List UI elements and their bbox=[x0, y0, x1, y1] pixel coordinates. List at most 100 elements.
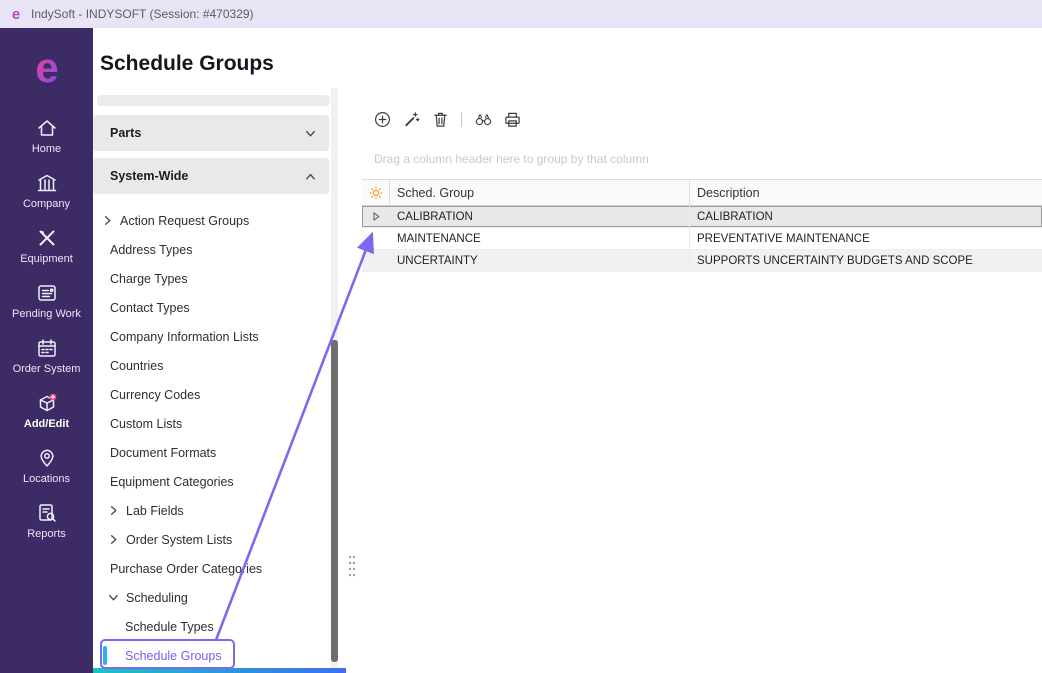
chevron-right-icon bbox=[107, 533, 120, 546]
order-system-icon bbox=[36, 337, 58, 359]
nav-item-schedule-types[interactable]: Schedule Types bbox=[93, 612, 329, 641]
add-record-icon[interactable] bbox=[372, 109, 392, 129]
nav-item-label: Lab Fields bbox=[126, 504, 184, 518]
grid-toolbar bbox=[372, 109, 522, 129]
nav-item-equipment-categories[interactable]: Equipment Categories bbox=[93, 467, 329, 496]
window-titlebar: e IndySoft - INDYSOFT (Session: #470329) bbox=[0, 0, 1042, 28]
nav-item-company-information-lists[interactable]: Company Information Lists bbox=[93, 322, 329, 351]
column-header-sched-group[interactable]: Sched. Group bbox=[390, 180, 690, 205]
nav-item-document-formats[interactable]: Document Formats bbox=[93, 438, 329, 467]
nav-item-label: Schedule Types bbox=[125, 620, 214, 634]
home-icon bbox=[36, 117, 58, 139]
sidebar-item-label: Home bbox=[32, 144, 61, 155]
svg-text:e: e bbox=[35, 45, 58, 91]
table-row[interactable]: CALIBRATION CALIBRATION bbox=[362, 206, 1042, 228]
chevron-down-icon bbox=[107, 591, 120, 604]
delete-record-icon[interactable] bbox=[430, 109, 450, 129]
nav-item-label: Company Information Lists bbox=[110, 330, 259, 344]
cell-sched-group: MAINTENANCE bbox=[390, 228, 690, 249]
sidebar-item-label: Reports bbox=[27, 529, 66, 540]
nav-item-label: Countries bbox=[110, 359, 164, 373]
chevron-right-icon bbox=[101, 214, 114, 227]
page-title: Schedule Groups bbox=[100, 52, 274, 76]
chevron-down-icon bbox=[304, 127, 317, 140]
sidebar-item-label: Equipment bbox=[20, 254, 73, 265]
cell-description: CALIBRATION bbox=[690, 206, 1042, 227]
nav-item-schedule-groups[interactable]: Schedule Groups bbox=[93, 641, 329, 670]
svg-text:e: e bbox=[12, 6, 20, 22]
panel-top-partial-item bbox=[97, 95, 330, 106]
find-icon[interactable] bbox=[473, 109, 493, 129]
cell-description: PREVENTATIVE MAINTENANCE bbox=[690, 228, 1042, 249]
sidebar: e Home Company Equipment Pending Work Or… bbox=[0, 28, 93, 673]
nav-item-contact-types[interactable]: Contact Types bbox=[93, 293, 329, 322]
reports-icon bbox=[36, 502, 58, 524]
nav-item-label: Charge Types bbox=[110, 272, 188, 286]
group-by-hint: Drag a column header here to group by th… bbox=[374, 152, 649, 166]
nav-item-label: Currency Codes bbox=[110, 388, 200, 402]
nav-item-currency-codes[interactable]: Currency Codes bbox=[93, 380, 329, 409]
column-chooser-sun-icon bbox=[369, 186, 383, 200]
sidebar-item-add-edit[interactable]: Add/Edit bbox=[0, 383, 93, 438]
sidebar-item-pending-work[interactable]: Pending Work bbox=[0, 273, 93, 328]
nav-item-action-request-groups[interactable]: Action Request Groups bbox=[93, 206, 329, 235]
sidebar-item-label: Add/Edit bbox=[24, 419, 69, 430]
nav-item-label: Document Formats bbox=[110, 446, 216, 460]
panel-splitter-handle[interactable] bbox=[345, 552, 358, 578]
sidebar-item-label: Locations bbox=[23, 474, 70, 485]
print-icon[interactable] bbox=[502, 109, 522, 129]
nav-section-system-wide[interactable]: System-Wide bbox=[93, 158, 329, 194]
nav-item-lab-fields[interactable]: Lab Fields bbox=[93, 496, 329, 525]
toolbar-separator bbox=[461, 112, 462, 127]
locations-icon bbox=[36, 447, 58, 469]
sidebar-item-order-system[interactable]: Order System bbox=[0, 328, 93, 383]
nav-item-label: Equipment Categories bbox=[110, 475, 234, 489]
nav-item-purchase-order-categories[interactable]: Purchase Order Categories bbox=[93, 554, 329, 583]
chevron-right-icon bbox=[107, 504, 120, 517]
sidebar-item-label: Order System bbox=[13, 364, 81, 375]
chevron-up-icon bbox=[304, 170, 317, 183]
table-row[interactable]: MAINTENANCE PREVENTATIVE MAINTENANCE bbox=[362, 228, 1042, 250]
grid-header-row: Sched. Group Description bbox=[362, 179, 1042, 206]
sidebar-item-label: Pending Work bbox=[12, 309, 81, 320]
nav-item-label: Action Request Groups bbox=[120, 214, 249, 228]
window-title: IndySoft - INDYSOFT (Session: #470329) bbox=[31, 7, 254, 21]
nav-item-countries[interactable]: Countries bbox=[93, 351, 329, 380]
column-header-description[interactable]: Description bbox=[690, 180, 1042, 205]
nav-item-scheduling[interactable]: Scheduling bbox=[93, 583, 329, 612]
table-row[interactable]: UNCERTAINTY SUPPORTS UNCERTAINTY BUDGETS… bbox=[362, 250, 1042, 272]
app-logo-icon: e bbox=[8, 6, 24, 22]
nav-item-label: Scheduling bbox=[126, 591, 188, 605]
indysoft-logo: e bbox=[0, 28, 93, 108]
nav-item-order-system-lists[interactable]: Order System Lists bbox=[93, 525, 329, 554]
schedule-groups-grid: Sched. Group Description CALIBRATION CAL… bbox=[362, 179, 1042, 272]
sidebar-item-equipment[interactable]: Equipment bbox=[0, 218, 93, 273]
nav-section-parts[interactable]: Parts bbox=[93, 115, 329, 151]
nav-item-label: Custom Lists bbox=[110, 417, 182, 431]
equipment-icon bbox=[36, 227, 58, 249]
settings-nav-panel: Parts System-Wide Action Request Groups … bbox=[93, 88, 346, 673]
add-edit-icon bbox=[36, 392, 58, 414]
sidebar-item-company[interactable]: Company bbox=[0, 163, 93, 218]
modify-record-icon[interactable] bbox=[401, 109, 421, 129]
sidebar-item-reports[interactable]: Reports bbox=[0, 493, 93, 548]
row-expand-icon bbox=[372, 211, 380, 222]
drag-dots-icon bbox=[347, 553, 357, 577]
nav-item-label: Purchase Order Categories bbox=[110, 562, 262, 576]
nav-items-list: Action Request Groups Address Types Char… bbox=[93, 206, 329, 670]
cell-sched-group: CALIBRATION bbox=[390, 206, 690, 227]
nav-item-charge-types[interactable]: Charge Types bbox=[93, 264, 329, 293]
row-expander-cell[interactable] bbox=[362, 206, 390, 227]
nav-scrollbar-thumb[interactable] bbox=[331, 340, 338, 662]
nav-item-custom-lists[interactable]: Custom Lists bbox=[93, 409, 329, 438]
sidebar-item-locations[interactable]: Locations bbox=[0, 438, 93, 493]
nav-item-address-types[interactable]: Address Types bbox=[93, 235, 329, 264]
nav-section-label: System-Wide bbox=[110, 169, 188, 183]
row-expander-cell[interactable] bbox=[362, 250, 390, 271]
sidebar-item-home[interactable]: Home bbox=[0, 108, 93, 163]
company-icon bbox=[36, 172, 58, 194]
nav-section-label: Parts bbox=[110, 126, 141, 140]
nav-item-label: Contact Types bbox=[110, 301, 190, 315]
column-chooser-cell[interactable] bbox=[362, 180, 390, 205]
row-expander-cell[interactable] bbox=[362, 228, 390, 249]
